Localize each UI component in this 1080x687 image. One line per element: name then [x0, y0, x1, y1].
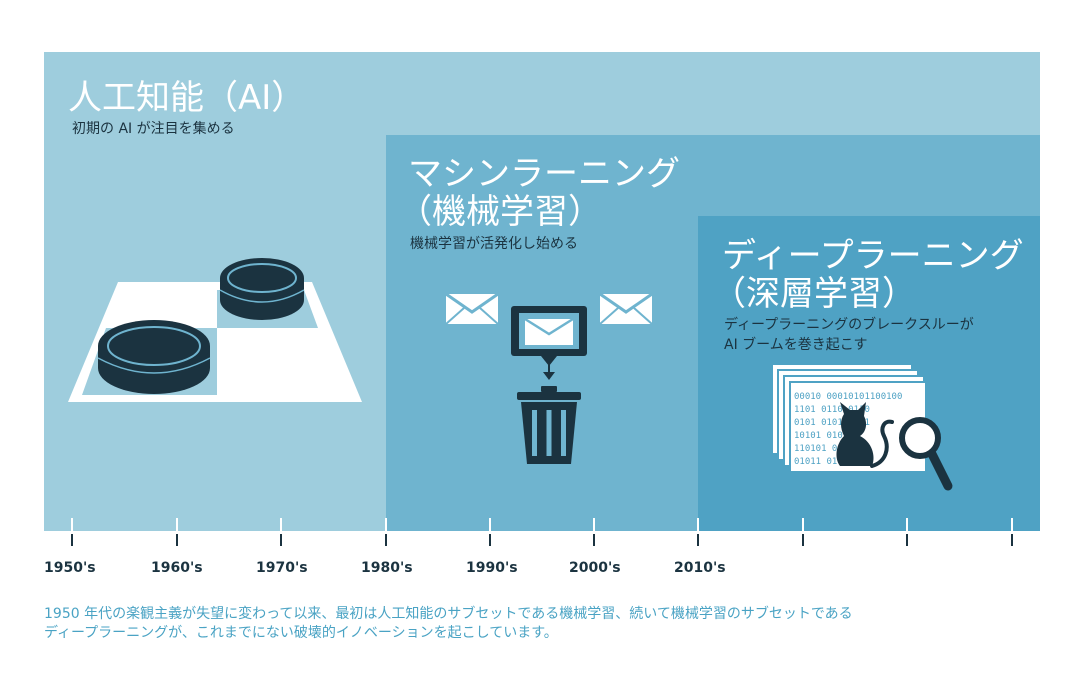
ml-subtitle: 機械学習が活発化し始める [410, 236, 578, 252]
envelope-icon [599, 292, 653, 325]
dl-subtitle-line1: ディープラーニングのブレークスルーが [724, 317, 974, 333]
caption: 1950 年代の楽観主義が失望に変わって以来、最初は人工知能のサブセットである機… [44, 605, 1044, 643]
caption-line2: ディープラーニングが、これまでにない破壊的イノベーションを起こしています。 [44, 625, 558, 641]
timeline-label-1990s: 1990's [466, 560, 518, 576]
dl-title-line2: （深層学習） [712, 274, 916, 314]
envelope-icon [445, 292, 499, 325]
data-sheets-icon: 00010 00010101100100 1101 0110 0110 0101… [771, 363, 953, 491]
binary-line: 00010 00010101100100 [794, 392, 902, 402]
timeline-label-1970s: 1970's [256, 560, 308, 576]
ml-title-line1: マシンラーニング [408, 154, 680, 194]
filtered-mail-icon [511, 306, 587, 464]
timeline-label-1950s: 1950's [44, 560, 96, 576]
ai-title: 人工知能（AI） [68, 78, 306, 118]
timeline-label-1980s: 1980's [361, 560, 413, 576]
ml-title-line2: （機械学習） [398, 192, 602, 232]
ai-subtitle: 初期の AI が注目を集める [72, 121, 235, 137]
magnifier-icon [899, 417, 953, 491]
dl-title-line1: ディープラーニング [722, 236, 1024, 276]
timeline-label-1960s: 1960's [151, 560, 203, 576]
timeline-label-2010s: 2010's [674, 560, 726, 576]
caption-line1: 1950 年代の楽観主義が失望に変わって以来、最初は人工知能のサブセットである機… [44, 606, 853, 622]
trash-can-icon [517, 386, 581, 464]
dl-subtitle-line2: AI ブームを巻き起こす [724, 337, 868, 353]
checkers-board-icon [68, 258, 362, 402]
timeline-label-2000s: 2000's [569, 560, 621, 576]
